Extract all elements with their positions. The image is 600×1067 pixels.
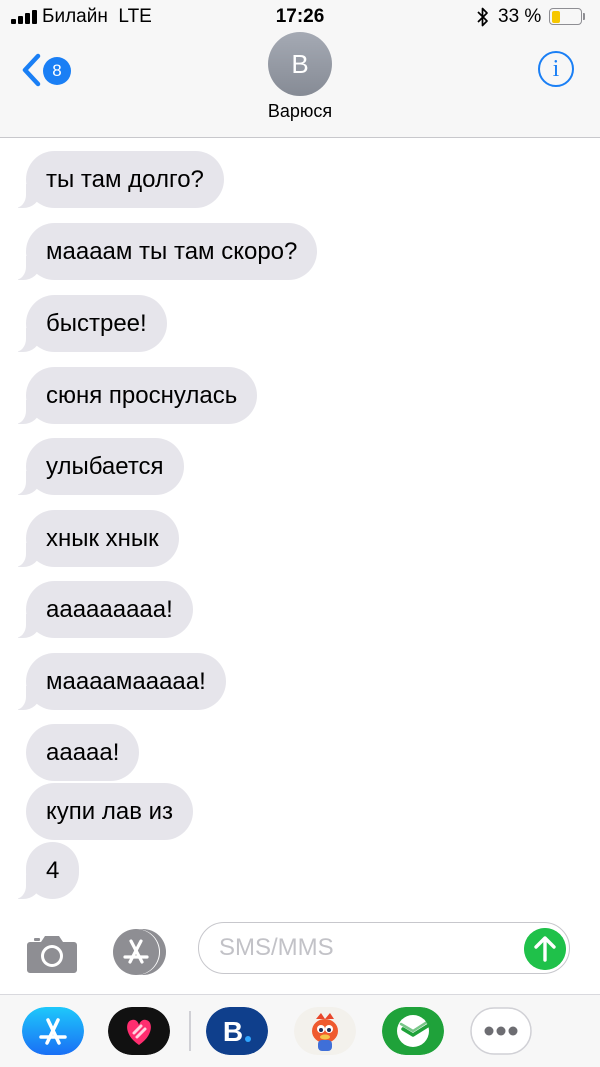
app-drawer: B <box>0 994 600 1067</box>
message-bubble[interactable]: сюня проснулась <box>11 367 258 424</box>
booking-icon[interactable]: B <box>206 1007 268 1055</box>
app-store-button-icon[interactable] <box>112 928 170 976</box>
message-bubble[interactable]: хнык хнык <box>12 510 179 567</box>
bluetooth-icon <box>477 7 488 27</box>
more-icon[interactable] <box>470 1007 532 1055</box>
back-button[interactable]: 8 <box>20 51 80 91</box>
status-bar: Билайн LTE 17:26 33 % <box>0 0 600 34</box>
composer-bar <box>0 908 600 994</box>
message-input[interactable] <box>198 922 570 974</box>
unread-count-badge: 8 <box>43 57 71 85</box>
battery-icon <box>549 8 585 25</box>
battery-fill <box>552 11 560 23</box>
app-store-icon[interactable] <box>22 1007 84 1055</box>
info-icon[interactable]: i <box>538 51 574 87</box>
digital-touch-icon[interactable] <box>108 1007 170 1055</box>
message-bubble[interactable]: маааамааааа! <box>12 653 226 710</box>
contact-avatar[interactable]: В <box>268 32 332 96</box>
message-bubble[interactable]: быстрее! <box>12 295 167 352</box>
battery-percent: 33 % <box>498 6 542 27</box>
contact-name[interactable]: Варюся <box>0 101 600 122</box>
send-arrow-icon[interactable] <box>524 928 566 970</box>
message-bubble[interactable]: улыбается <box>12 438 184 495</box>
message-bubble[interactable]: ааааа! <box>26 724 140 781</box>
svg-text:B: B <box>223 1016 243 1047</box>
conversation-header: 8 В Варюся i <box>0 32 600 138</box>
camera-icon[interactable] <box>26 930 78 976</box>
chevron-left-icon <box>22 53 41 87</box>
message-bubble[interactable]: мааaам ты там скоро? <box>11 223 318 280</box>
message-bubble[interactable]: 4 <box>11 842 80 899</box>
drawer-divider <box>189 1011 191 1051</box>
game-character-icon[interactable] <box>294 1007 356 1055</box>
sberbank-icon[interactable] <box>382 1007 444 1055</box>
message-bubble[interactable]: купи лав из <box>26 783 194 840</box>
message-bubble[interactable]: ааааааааа! <box>12 581 193 638</box>
message-list[interactable]: ты там долго? мааaам ты там скоро? быстр… <box>0 138 600 908</box>
message-bubble[interactable]: ты там долго? <box>12 151 224 208</box>
